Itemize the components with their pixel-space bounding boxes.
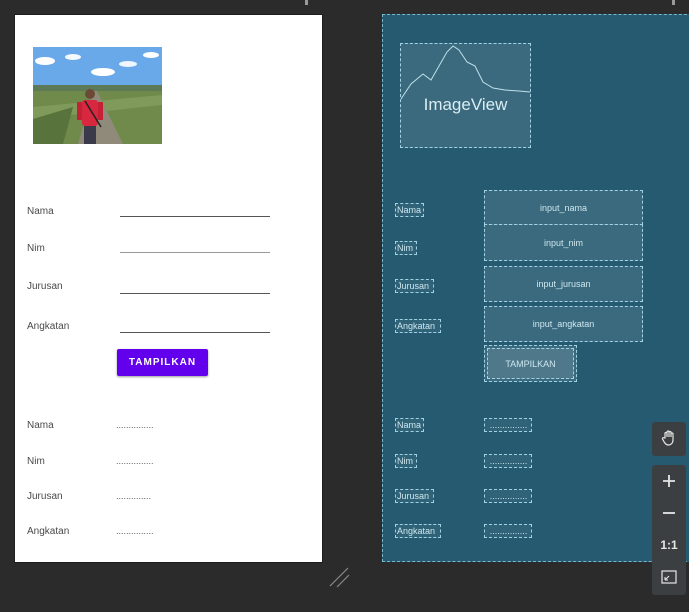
bp-result-label-nim[interactable]: Nim: [395, 454, 417, 468]
result-label-jurusan: Jurusan: [27, 491, 63, 502]
design-preview: Nama Nim Jurusan Angkatan TAMPILKAN Nama…: [15, 15, 322, 562]
bp-result-value-angkatan[interactable]: ...............: [484, 524, 532, 538]
bp-label-nim[interactable]: Nim: [395, 241, 417, 255]
zoom-toolbar: 1:1: [652, 465, 686, 595]
input-nim[interactable]: [120, 252, 270, 253]
bp-input-angkatan[interactable]: input_angkatan: [484, 306, 643, 342]
hand-icon[interactable]: [652, 422, 686, 454]
result-value-jurusan: ..............: [116, 491, 152, 501]
bp-result-value-jurusan[interactable]: ...............: [484, 489, 532, 503]
mountain-icon: [401, 45, 530, 100]
result-label-angkatan: Angkatan: [27, 526, 70, 537]
result-value-angkatan: ...............: [116, 526, 154, 536]
bp-result-label-nama[interactable]: Nama: [395, 418, 424, 432]
bp-label-angkatan[interactable]: Angkatan: [395, 319, 441, 333]
minus-icon[interactable]: [652, 497, 686, 529]
result-label-nim: Nim: [27, 456, 45, 467]
bp-label-nama[interactable]: Nama: [395, 203, 424, 217]
bp-result-label-jurusan[interactable]: Jurusan: [395, 489, 434, 503]
top-marker: [672, 0, 675, 5]
bp-input-nim[interactable]: input_nim: [484, 224, 643, 261]
bp-input-jurusan[interactable]: input_jurusan: [484, 266, 643, 302]
label-angkatan: Angkatan: [27, 321, 70, 332]
tampilkan-button[interactable]: TAMPILKAN: [117, 349, 208, 376]
label-jurusan: Jurusan: [27, 281, 63, 292]
resize-handle-icon[interactable]: [328, 566, 350, 588]
input-jurusan[interactable]: [120, 293, 270, 294]
blueprint-preview: ImageView Nama input_nama Nim input_nim …: [382, 14, 689, 562]
result-value-nim: ...............: [116, 456, 154, 466]
result-label-nama: Nama: [27, 420, 54, 431]
pan-tool: [652, 422, 686, 456]
actual-size-button[interactable]: 1:1: [652, 529, 686, 561]
label-nama: Nama: [27, 206, 54, 217]
result-value-nama: ...............: [116, 420, 154, 430]
bp-label-jurusan[interactable]: Jurusan: [395, 279, 434, 293]
fit-screen-icon[interactable]: [652, 561, 686, 593]
bp-result-label-angkatan[interactable]: Angkatan: [395, 524, 441, 538]
bp-result-value-nama[interactable]: ...............: [484, 418, 532, 432]
bp-tampilkan-button[interactable]: TAMPILKAN: [484, 345, 577, 382]
profile-photo: [33, 47, 162, 144]
top-marker: [305, 0, 308, 5]
input-nama[interactable]: [120, 216, 270, 217]
input-angkatan[interactable]: [120, 332, 270, 333]
plus-icon[interactable]: [652, 465, 686, 497]
bp-tampilkan-button-inner: TAMPILKAN: [487, 348, 574, 379]
image-view-placeholder[interactable]: ImageView: [400, 43, 531, 148]
label-nim: Nim: [27, 243, 45, 254]
bp-result-value-nim[interactable]: ...............: [484, 454, 532, 468]
bp-input-nama[interactable]: input_nama: [484, 190, 643, 225]
